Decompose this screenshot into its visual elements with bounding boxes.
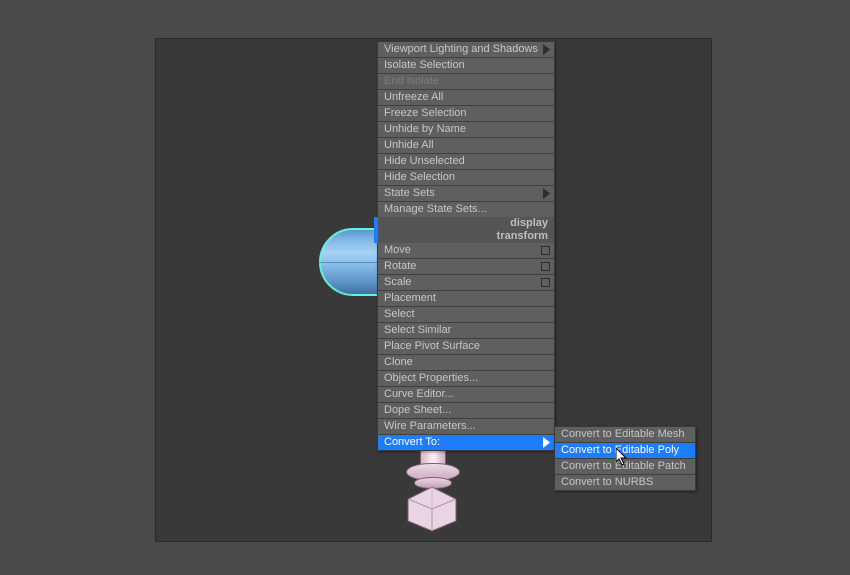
menu-item-vpls[interactable]: Viewport Lighting and Shadows (378, 42, 554, 58)
menu-item-pivot[interactable]: Place Pivot Surface (378, 339, 554, 355)
hammer-pommel[interactable] (404, 485, 460, 533)
menu-item-label: Unhide by Name (384, 123, 466, 135)
menu-item-unfreeze[interactable]: Unfreeze All (378, 90, 554, 106)
menu-item-label: Hide Unselected (384, 155, 465, 167)
menu-item-epatch[interactable]: Convert to Editable Patch (555, 459, 695, 475)
menu-item-select[interactable]: Select (378, 307, 554, 323)
menu-item-label: Place Pivot Surface (384, 340, 480, 352)
menu-item-label: Placement (384, 292, 436, 304)
menu-item-dope[interactable]: Dope Sheet... (378, 403, 554, 419)
menu-item-label: Unhide All (384, 139, 434, 151)
menu-item-epoly[interactable]: Convert to Editable Poly (555, 443, 695, 459)
menu-item-label: Manage State Sets... (384, 203, 487, 215)
menu-item-hideunsel[interactable]: Hide Unselected (378, 154, 554, 170)
menu-item-objprops[interactable]: Object Properties... (378, 371, 554, 387)
menu-header-label: display (510, 217, 548, 229)
menu-item-unhidebn[interactable]: Unhide by Name (378, 122, 554, 138)
settings-box-icon[interactable] (541, 245, 550, 260)
menu-item-label: Isolate Selection (384, 59, 465, 71)
menu-item-endiso: End Isolate (378, 74, 554, 90)
menu-item-scale[interactable]: Scale (378, 275, 554, 291)
menu-item-label: Wire Parameters... (384, 420, 476, 432)
menu-item-placement[interactable]: Placement (378, 291, 554, 307)
menu-item-freeze[interactable]: Freeze Selection (378, 106, 554, 122)
menu-item-label: Scale (384, 276, 412, 288)
menu-item-label: State Sets (384, 187, 435, 199)
menu-item-label: Convert to Editable Patch (561, 460, 686, 472)
menu-item-label: Viewport Lighting and Shadows (384, 43, 538, 55)
menu-item-label: Freeze Selection (384, 107, 467, 119)
menu-item-isolate[interactable]: Isolate Selection (378, 58, 554, 74)
menu-header-label: transform (497, 230, 548, 242)
menu-item-mgstate[interactable]: Manage State Sets... (378, 202, 554, 217)
menu-header-display: display (378, 217, 554, 230)
menu-item-label: Clone (384, 356, 413, 368)
menu-item-label: Convert to Editable Poly (561, 444, 679, 456)
menu-item-curve[interactable]: Curve Editor... (378, 387, 554, 403)
menu-item-label: Select Similar (384, 324, 451, 336)
menu-item-label: Rotate (384, 260, 416, 272)
menu-item-emesh[interactable]: Convert to Editable Mesh (555, 427, 695, 443)
menu-item-label: Convert to Editable Mesh (561, 428, 685, 440)
menu-item-label: Dope Sheet... (384, 404, 451, 416)
menu-item-move[interactable]: Move (378, 243, 554, 259)
settings-box-icon[interactable] (541, 261, 550, 276)
menu-item-label: Curve Editor... (384, 388, 454, 400)
menu-item-convert[interactable]: Convert To: (378, 435, 554, 450)
menu-item-label: Select (384, 308, 415, 320)
menu-item-statesets[interactable]: State Sets (378, 186, 554, 202)
context-menu: Viewport Lighting and Shadows Isolate Sel… (377, 41, 555, 451)
menu-item-label: Hide Selection (384, 171, 455, 183)
convert-submenu: Convert to Editable Mesh Convert to Edita… (554, 426, 696, 491)
menu-item-selsim[interactable]: Select Similar (378, 323, 554, 339)
settings-box-icon[interactable] (541, 277, 550, 292)
menu-item-clone[interactable]: Clone (378, 355, 554, 371)
menu-item-label: Convert to NURBS (561, 476, 653, 488)
menu-item-unhideall[interactable]: Unhide All (378, 138, 554, 154)
menu-header-transform: transform (378, 230, 554, 243)
menu-item-nurbs[interactable]: Convert to NURBS (555, 475, 695, 490)
menu-item-label: Convert To: (384, 436, 440, 448)
menu-item-label: Object Properties... (384, 372, 478, 384)
menu-item-label: End Isolate (384, 75, 439, 87)
submenu-arrow-icon (543, 437, 550, 453)
menu-item-rotate[interactable]: Rotate (378, 259, 554, 275)
menu-item-label: Move (384, 244, 411, 256)
menu-item-hidesel[interactable]: Hide Selection (378, 170, 554, 186)
menu-item-label: Unfreeze All (384, 91, 443, 103)
menu-item-wire[interactable]: Wire Parameters... (378, 419, 554, 435)
